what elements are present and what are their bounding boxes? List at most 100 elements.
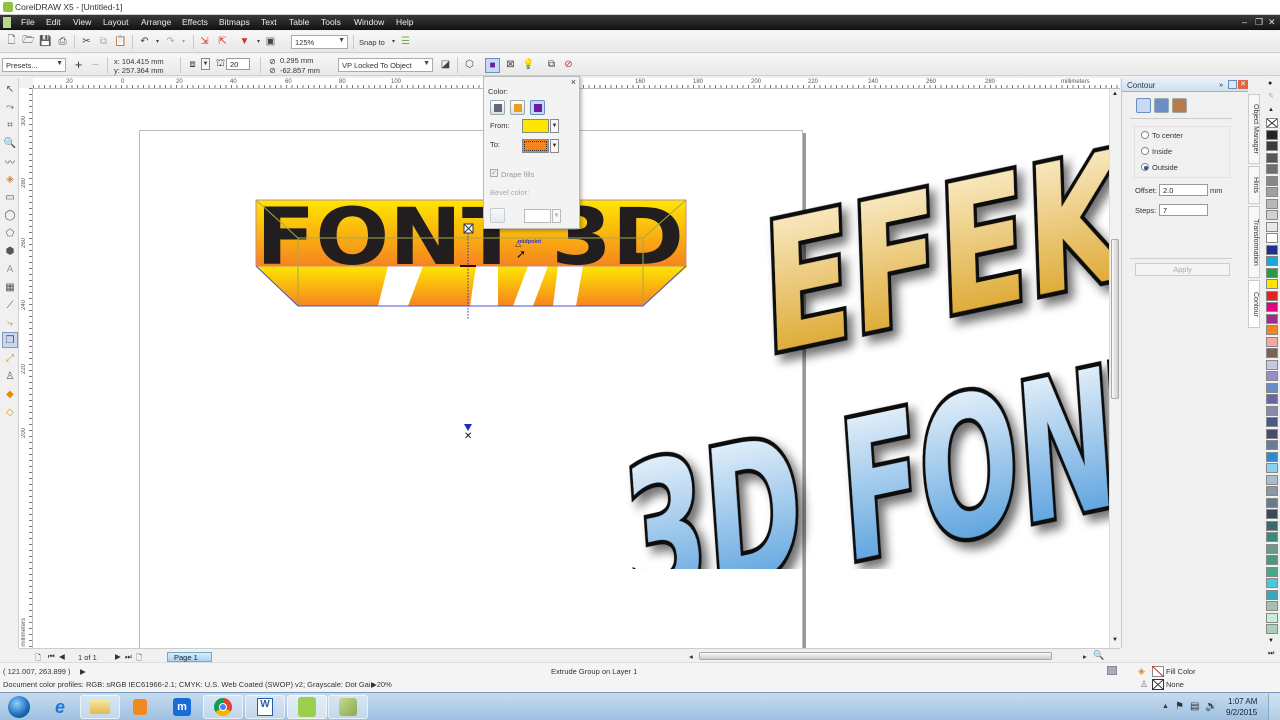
new-document-icon[interactable]: 🗋 [5,35,18,48]
color-swatch[interactable] [1266,405,1278,416]
color-swatch[interactable] [1266,233,1278,243]
palette-expand-icon[interactable]: ⏭ [1268,650,1274,658]
outline-none-swatch-icon[interactable] [1152,679,1164,690]
extrude-lighting-icon[interactable]: 💡 [522,58,535,71]
menu-file[interactable]: File [21,17,35,27]
document-icon[interactable] [3,17,11,28]
profiles-expand-icon[interactable]: ▶ [371,680,377,689]
tab-contour[interactable]: Contour [1248,280,1260,328]
fill-none-swatch-icon[interactable] [1152,666,1164,677]
presets-combo[interactable]: Presets... ▼ [2,58,66,72]
to-color-dropdown[interactable]: ▼ [550,139,559,153]
action-center-flag-icon[interactable]: ⚑ [1175,701,1184,712]
steps-input[interactable]: 7 [1159,204,1208,216]
color-swatch[interactable] [1266,624,1278,634]
vp-y-field[interactable]: -62.857 mm [280,66,320,75]
bevel-color-dropdown[interactable]: ▼ [552,209,561,223]
to-color-swatch[interactable] [522,139,549,153]
y-position-field[interactable]: y: 257.364 mm [114,66,164,75]
apply-button[interactable]: Apply [1135,263,1230,276]
color-swatch[interactable] [1266,279,1278,289]
palette-scroll-up-icon[interactable]: ▲ [1268,107,1274,113]
color-swatch[interactable] [1266,440,1278,450]
network-icon[interactable]: ▤ [1190,701,1199,712]
tab-transformation[interactable]: Transformation [1248,206,1260,278]
color-swatch[interactable] [1266,509,1278,519]
undo-icon[interactable]: ↶ [138,35,151,48]
color-swatch[interactable] [1266,417,1278,427]
redo-icon[interactable]: ↷ [164,35,177,48]
taskbar-ie[interactable]: e [40,695,80,719]
swatch-no-color[interactable] [1266,118,1278,128]
crop-tool-icon[interactable]: ⌗ [3,118,17,132]
interactive-fill-tool-icon[interactable]: ◇ [3,405,17,419]
taskbar-explorer[interactable] [80,695,120,719]
prev-page-icon[interactable]: ◀ [59,652,65,661]
clear-extrude-icon[interactable]: ⊘ [562,58,575,71]
import-icon[interactable]: ⇲ [198,35,211,48]
color-swatch[interactable] [1266,382,1278,393]
start-button[interactable] [3,695,35,719]
cut-icon[interactable]: ✂ [80,35,93,48]
extrude-color-icon[interactable]: ■ [485,58,500,73]
extrusion-type-icon[interactable]: ⧈ [186,58,199,71]
color-swatch[interactable] [1266,348,1278,358]
minimize-doc-button[interactable]: – [1242,17,1247,27]
color-swatch[interactable] [1266,313,1278,324]
restore-doc-button[interactable]: ❐ [1255,17,1263,28]
x-position-field[interactable]: x: 104.415 mm [114,57,164,66]
basic-shapes-tool-icon[interactable]: ⬢ [3,244,17,258]
table-tool-icon[interactable]: ▦ [3,280,17,294]
taskbar-word[interactable]: W [245,695,285,719]
color-swatch[interactable] [1266,198,1278,209]
volume-icon[interactable]: 🔊 [1205,701,1217,712]
color-swatch[interactable] [1266,520,1278,531]
radio-outside[interactable] [1141,163,1149,171]
copy-extrude-icon[interactable]: ⧉ [545,58,558,71]
color-swatch[interactable] [1266,601,1278,611]
close-icon[interactable]: × [571,77,576,87]
snap-to-button[interactable]: Snap to [359,38,385,47]
menu-view[interactable]: View [73,17,91,27]
from-color-dropdown[interactable]: ▼ [550,119,559,133]
color-swatch[interactable] [1266,187,1278,197]
taskbar-corel-other[interactable] [328,695,368,719]
color-swatch[interactable] [1266,164,1278,174]
add-preset-icon[interactable]: + [72,57,85,72]
page-tab[interactable]: Page 1 [167,652,212,662]
menu-table[interactable]: Table [289,17,309,27]
menu-edit[interactable]: Edit [46,17,61,27]
menu-help[interactable]: Help [396,17,413,27]
ellipse-tool-icon[interactable]: ◯ [3,208,17,222]
menu-text[interactable]: Text [261,17,277,27]
color-swatch[interactable] [1266,589,1278,600]
vertical-scroll-thumb[interactable] [1111,239,1119,399]
next-page-icon[interactable]: ▶ [115,652,121,661]
color-swatch[interactable] [1266,256,1278,266]
color-swatch[interactable] [1266,175,1278,186]
pick-tool-icon[interactable]: ↖ [3,82,17,96]
fill-tool-icon[interactable]: ◆ [3,387,17,401]
taskbar-chrome[interactable] [203,695,243,719]
color-proof-icon[interactable] [1107,666,1117,675]
scroll-down-icon[interactable]: ▼ [1112,637,1118,643]
color-swatch[interactable] [1266,359,1278,370]
freehand-tool-icon[interactable]: 〰 [3,154,17,169]
clock-time[interactable]: 1:07 AM [1228,697,1257,706]
use-object-fill-button[interactable] [490,100,505,115]
welcome-screen-icon[interactable]: ▣ [264,35,277,48]
color-swatch[interactable] [1266,267,1278,278]
expand-status-icon[interactable]: ▶ [80,667,86,676]
copy-icon[interactable]: ⧉ [97,35,110,48]
menu-bitmaps[interactable]: Bitmaps [219,17,250,27]
vp-properties-icon[interactable]: ◪ [439,58,452,71]
color-swatch[interactable] [1266,152,1278,163]
color-swatch[interactable] [1266,302,1278,312]
docker-close-button[interactable]: ✕ [1238,80,1248,89]
use-color-shading-button[interactable] [530,100,545,115]
depth-input[interactable]: 20 [226,58,250,70]
tab-hints[interactable]: Hints [1248,166,1260,204]
tab-object-manager[interactable]: Object Manager [1248,94,1260,164]
menu-arrange[interactable]: Arrange [141,17,171,27]
palette-eyedropper-icon[interactable]: ✎ [1268,92,1274,100]
